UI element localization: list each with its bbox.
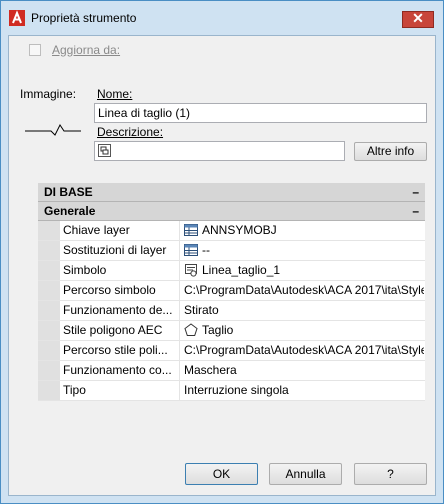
property-name: Stile poligono AEC	[63, 323, 163, 337]
category-general-label: Generale	[44, 204, 96, 218]
ok-button[interactable]: OK	[185, 463, 258, 485]
property-grid: DI BASE – Generale – Chiave layer ANNSYM…	[38, 183, 425, 401]
property-value[interactable]: Interruzione singola	[184, 383, 424, 397]
property-row-behavior[interactable]: Funzionamento de... Stirato	[38, 301, 425, 321]
property-name: Percorso simbolo	[63, 283, 156, 297]
expand-description-icon[interactable]	[98, 144, 111, 157]
property-row-type[interactable]: Tipo Interruzione singola	[38, 381, 425, 401]
pentagon-icon	[184, 323, 198, 336]
property-name: Percorso stile poli...	[63, 343, 168, 357]
close-icon: ✕	[412, 10, 424, 26]
cut-line-preview-image	[25, 124, 81, 136]
property-name: Funzionamento co...	[63, 363, 172, 377]
cancel-button[interactable]: Annulla	[269, 463, 342, 485]
autocad-logo-icon	[9, 10, 25, 26]
name-label: Nome:	[97, 87, 133, 101]
property-row-aec-polygon-style[interactable]: Stile poligono AEC Taglio	[38, 321, 425, 341]
category-base[interactable]: DI BASE –	[38, 183, 425, 202]
property-name: Funzionamento de...	[63, 303, 173, 317]
dialog-body: Aggiorna da: Immagine: Nome: Linea di ta…	[8, 35, 436, 496]
property-value: ANNSYMOBJ	[202, 223, 277, 237]
help-button[interactable]: ?	[354, 463, 427, 485]
property-name: Sostituzioni di layer	[63, 243, 167, 257]
property-row-symbol-path[interactable]: Percorso simbolo C:\ProgramData\Autodesk…	[38, 281, 425, 301]
property-value[interactable]: C:\ProgramData\Autodesk\ACA 2017\ita\Sty…	[184, 283, 424, 297]
layer-table-icon	[184, 224, 198, 236]
title-bar: Proprietà strumento ✕	[1, 1, 443, 35]
property-value[interactable]: Stirato	[184, 303, 424, 317]
property-row-symbol[interactable]: Simbolo Linea_taglio_1	[38, 261, 425, 281]
more-info-button[interactable]: Altre info	[354, 142, 427, 161]
close-button[interactable]: ✕	[402, 10, 434, 28]
property-row-operation[interactable]: Funzionamento co... Maschera	[38, 361, 425, 381]
property-value: Linea_taglio_1	[202, 263, 281, 277]
property-row-layer-overrides[interactable]: Sostituzioni di layer --	[38, 241, 425, 261]
name-input[interactable]: Linea di taglio (1)	[94, 103, 427, 123]
collapse-icon[interactable]: –	[412, 202, 419, 221]
property-value[interactable]: C:\ProgramData\Autodesk\ACA 2017\ita\Sty…	[184, 343, 424, 357]
property-row-polygon-style-path[interactable]: Percorso stile poli... C:\ProgramData\Au…	[38, 341, 425, 361]
category-general[interactable]: Generale –	[38, 202, 425, 221]
update-from-label: Aggiorna da:	[52, 43, 121, 57]
window-title: Proprietà strumento	[31, 11, 137, 25]
property-name: Tipo	[63, 383, 86, 397]
layer-table-icon	[184, 244, 198, 256]
property-value: --	[202, 243, 210, 257]
category-base-label: DI BASE	[44, 185, 93, 199]
symbol-icon	[185, 264, 197, 277]
property-value: Taglio	[202, 323, 234, 337]
property-value[interactable]: Maschera	[184, 363, 424, 377]
update-from-checkbox[interactable]	[29, 44, 41, 56]
collapse-icon[interactable]: –	[412, 183, 419, 202]
description-input[interactable]	[94, 141, 345, 161]
property-row-layer-key[interactable]: Chiave layer ANNSYMOBJ	[38, 221, 425, 241]
property-name: Chiave layer	[63, 223, 130, 237]
image-label: Immagine:	[20, 87, 77, 101]
description-label: Descrizione:	[97, 125, 164, 139]
tool-properties-dialog: Proprietà strumento ✕ Aggiorna da: Immag…	[0, 0, 444, 504]
property-name: Simbolo	[63, 263, 107, 277]
